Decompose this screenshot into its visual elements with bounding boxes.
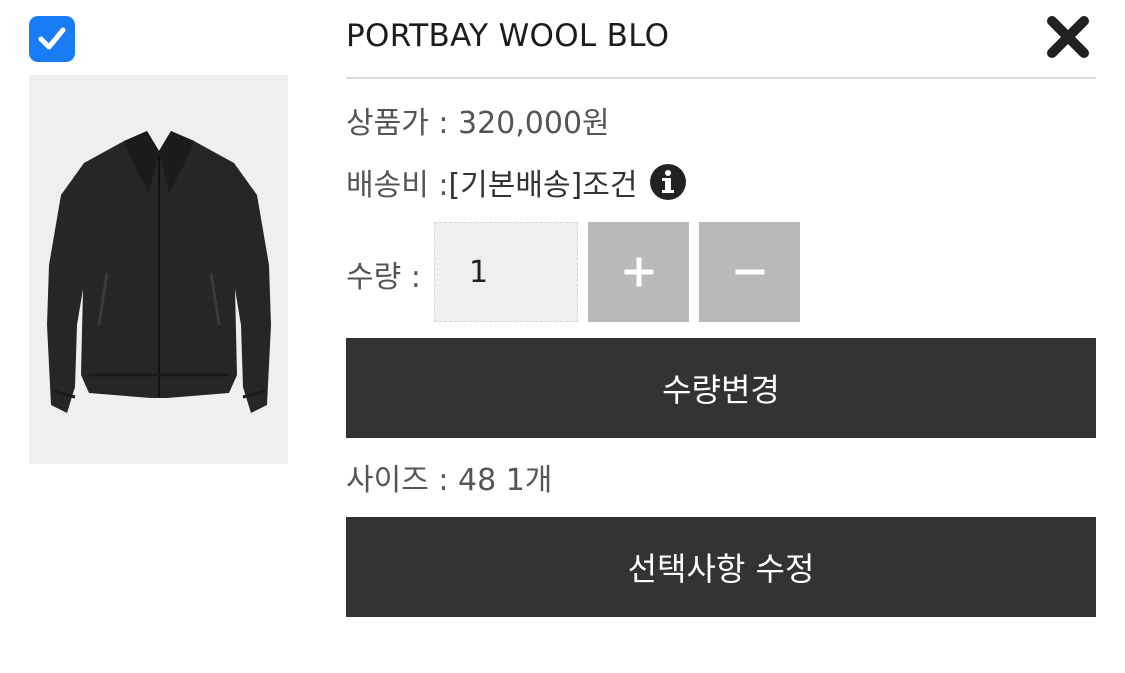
price-row: 상품가 : 320,000원 — [346, 98, 610, 142]
price-label: 상품가 : — [346, 106, 458, 141]
quantity-minus-button[interactable] — [699, 222, 800, 322]
product-thumbnail[interactable] — [29, 75, 288, 464]
shipping-label: 배송비 : — [346, 168, 449, 203]
product-name[interactable]: PORTBAY WOOL BLO — [346, 18, 669, 54]
minus-icon — [735, 269, 764, 275]
title-divider — [346, 77, 1096, 79]
check-icon — [38, 27, 66, 50]
shipping-row: 배송비 : [기본배송]조건 — [346, 160, 687, 204]
edit-options-button[interactable]: 선택사항 수정 — [346, 517, 1096, 617]
info-icon — [650, 164, 687, 200]
shipping-info-button[interactable] — [649, 163, 687, 201]
plus-icon — [624, 257, 653, 287]
quantity-input[interactable] — [434, 222, 578, 322]
select-checkbox[interactable] — [29, 16, 75, 62]
jacket-image — [47, 131, 271, 413]
shipping-value: [기본배송]조건 — [448, 168, 638, 203]
close-icon — [1047, 16, 1089, 58]
option-summary: 사이즈 : 48 1개 — [346, 463, 553, 498]
price-value: 320,000원 — [457, 106, 610, 141]
remove-item-button[interactable] — [1043, 12, 1093, 62]
quantity-plus-button[interactable] — [588, 222, 689, 322]
change-quantity-button[interactable]: 수량변경 — [346, 338, 1096, 438]
quantity-label: 수량 : — [346, 260, 421, 295]
